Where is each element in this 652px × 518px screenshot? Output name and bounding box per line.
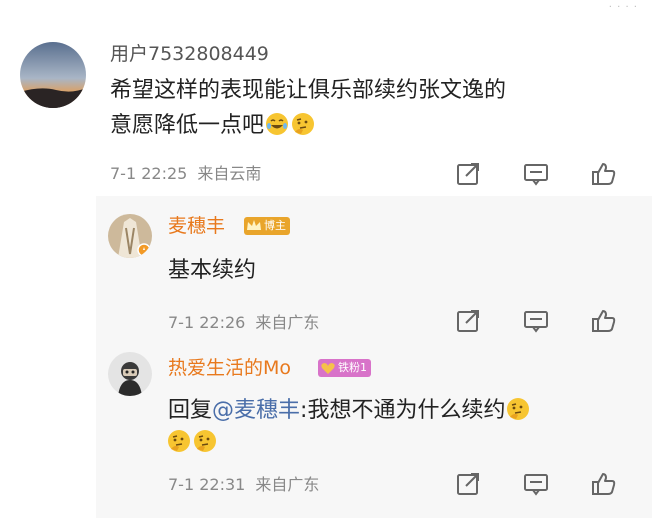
location: 来自广东 xyxy=(255,475,320,494)
comment-icon[interactable] xyxy=(522,307,550,335)
username[interactable]: 热爱生活的Mo xyxy=(168,356,291,380)
thinking-emoji xyxy=(292,113,315,135)
comment-icon[interactable] xyxy=(522,160,550,188)
comment-text: 希望这样的表现能让俱乐部续约张文逸的 xyxy=(110,78,507,103)
reply-text: 基本续约 xyxy=(168,258,257,283)
comment-meta: 7-1 22:25 来自云南 xyxy=(110,164,261,184)
fan-badge: 铁粉1 xyxy=(318,359,371,377)
username[interactable]: 用户7532808449 xyxy=(110,42,269,66)
avatar[interactable] xyxy=(20,42,86,108)
top-decoration: · · · · xyxy=(608,2,638,13)
location: 来自广东 xyxy=(255,313,320,332)
fan-heart-icon xyxy=(321,363,335,374)
timestamp: 7-1 22:25 xyxy=(110,164,188,183)
reply-meta: 7-1 22:31 来自广东 xyxy=(168,475,319,495)
thinking-emoji xyxy=(168,430,190,452)
timestamp: 7-1 22:31 xyxy=(168,475,246,494)
share-icon[interactable] xyxy=(454,307,482,335)
like-icon[interactable] xyxy=(590,307,618,335)
reply-meta: 7-1 22:26 来自广东 xyxy=(168,313,319,333)
comment-thread: · · · · 用户7532808449 希望这样的表现能让俱乐部续约张文逸的 … xyxy=(0,0,652,518)
author-badge: 博主 xyxy=(244,217,290,235)
crown-icon xyxy=(247,220,261,230)
like-icon[interactable] xyxy=(590,470,618,498)
share-icon[interactable] xyxy=(454,160,482,188)
timestamp: 7-1 22:26 xyxy=(168,313,246,332)
thinking-emoji xyxy=(507,398,530,420)
reply-text: 回复@麦穗丰:我想不通为什么续约 xyxy=(168,394,531,428)
share-icon[interactable] xyxy=(454,470,482,498)
avatar[interactable] xyxy=(108,352,152,396)
avatar[interactable] xyxy=(108,214,152,258)
laugh-cry-emoji xyxy=(266,113,289,135)
username[interactable]: 麦穗丰 xyxy=(168,214,225,238)
comment-icon[interactable] xyxy=(522,470,550,498)
location: 来自云南 xyxy=(197,164,262,183)
reply-emoji-line xyxy=(166,426,218,460)
like-icon[interactable] xyxy=(590,160,618,188)
reply-prefix: 回复 xyxy=(168,398,213,423)
comment-text-line2: 意愿降低一点吧 xyxy=(110,109,316,143)
mention-link[interactable]: @麦穗丰 xyxy=(212,398,300,423)
thinking-emoji xyxy=(194,430,216,452)
